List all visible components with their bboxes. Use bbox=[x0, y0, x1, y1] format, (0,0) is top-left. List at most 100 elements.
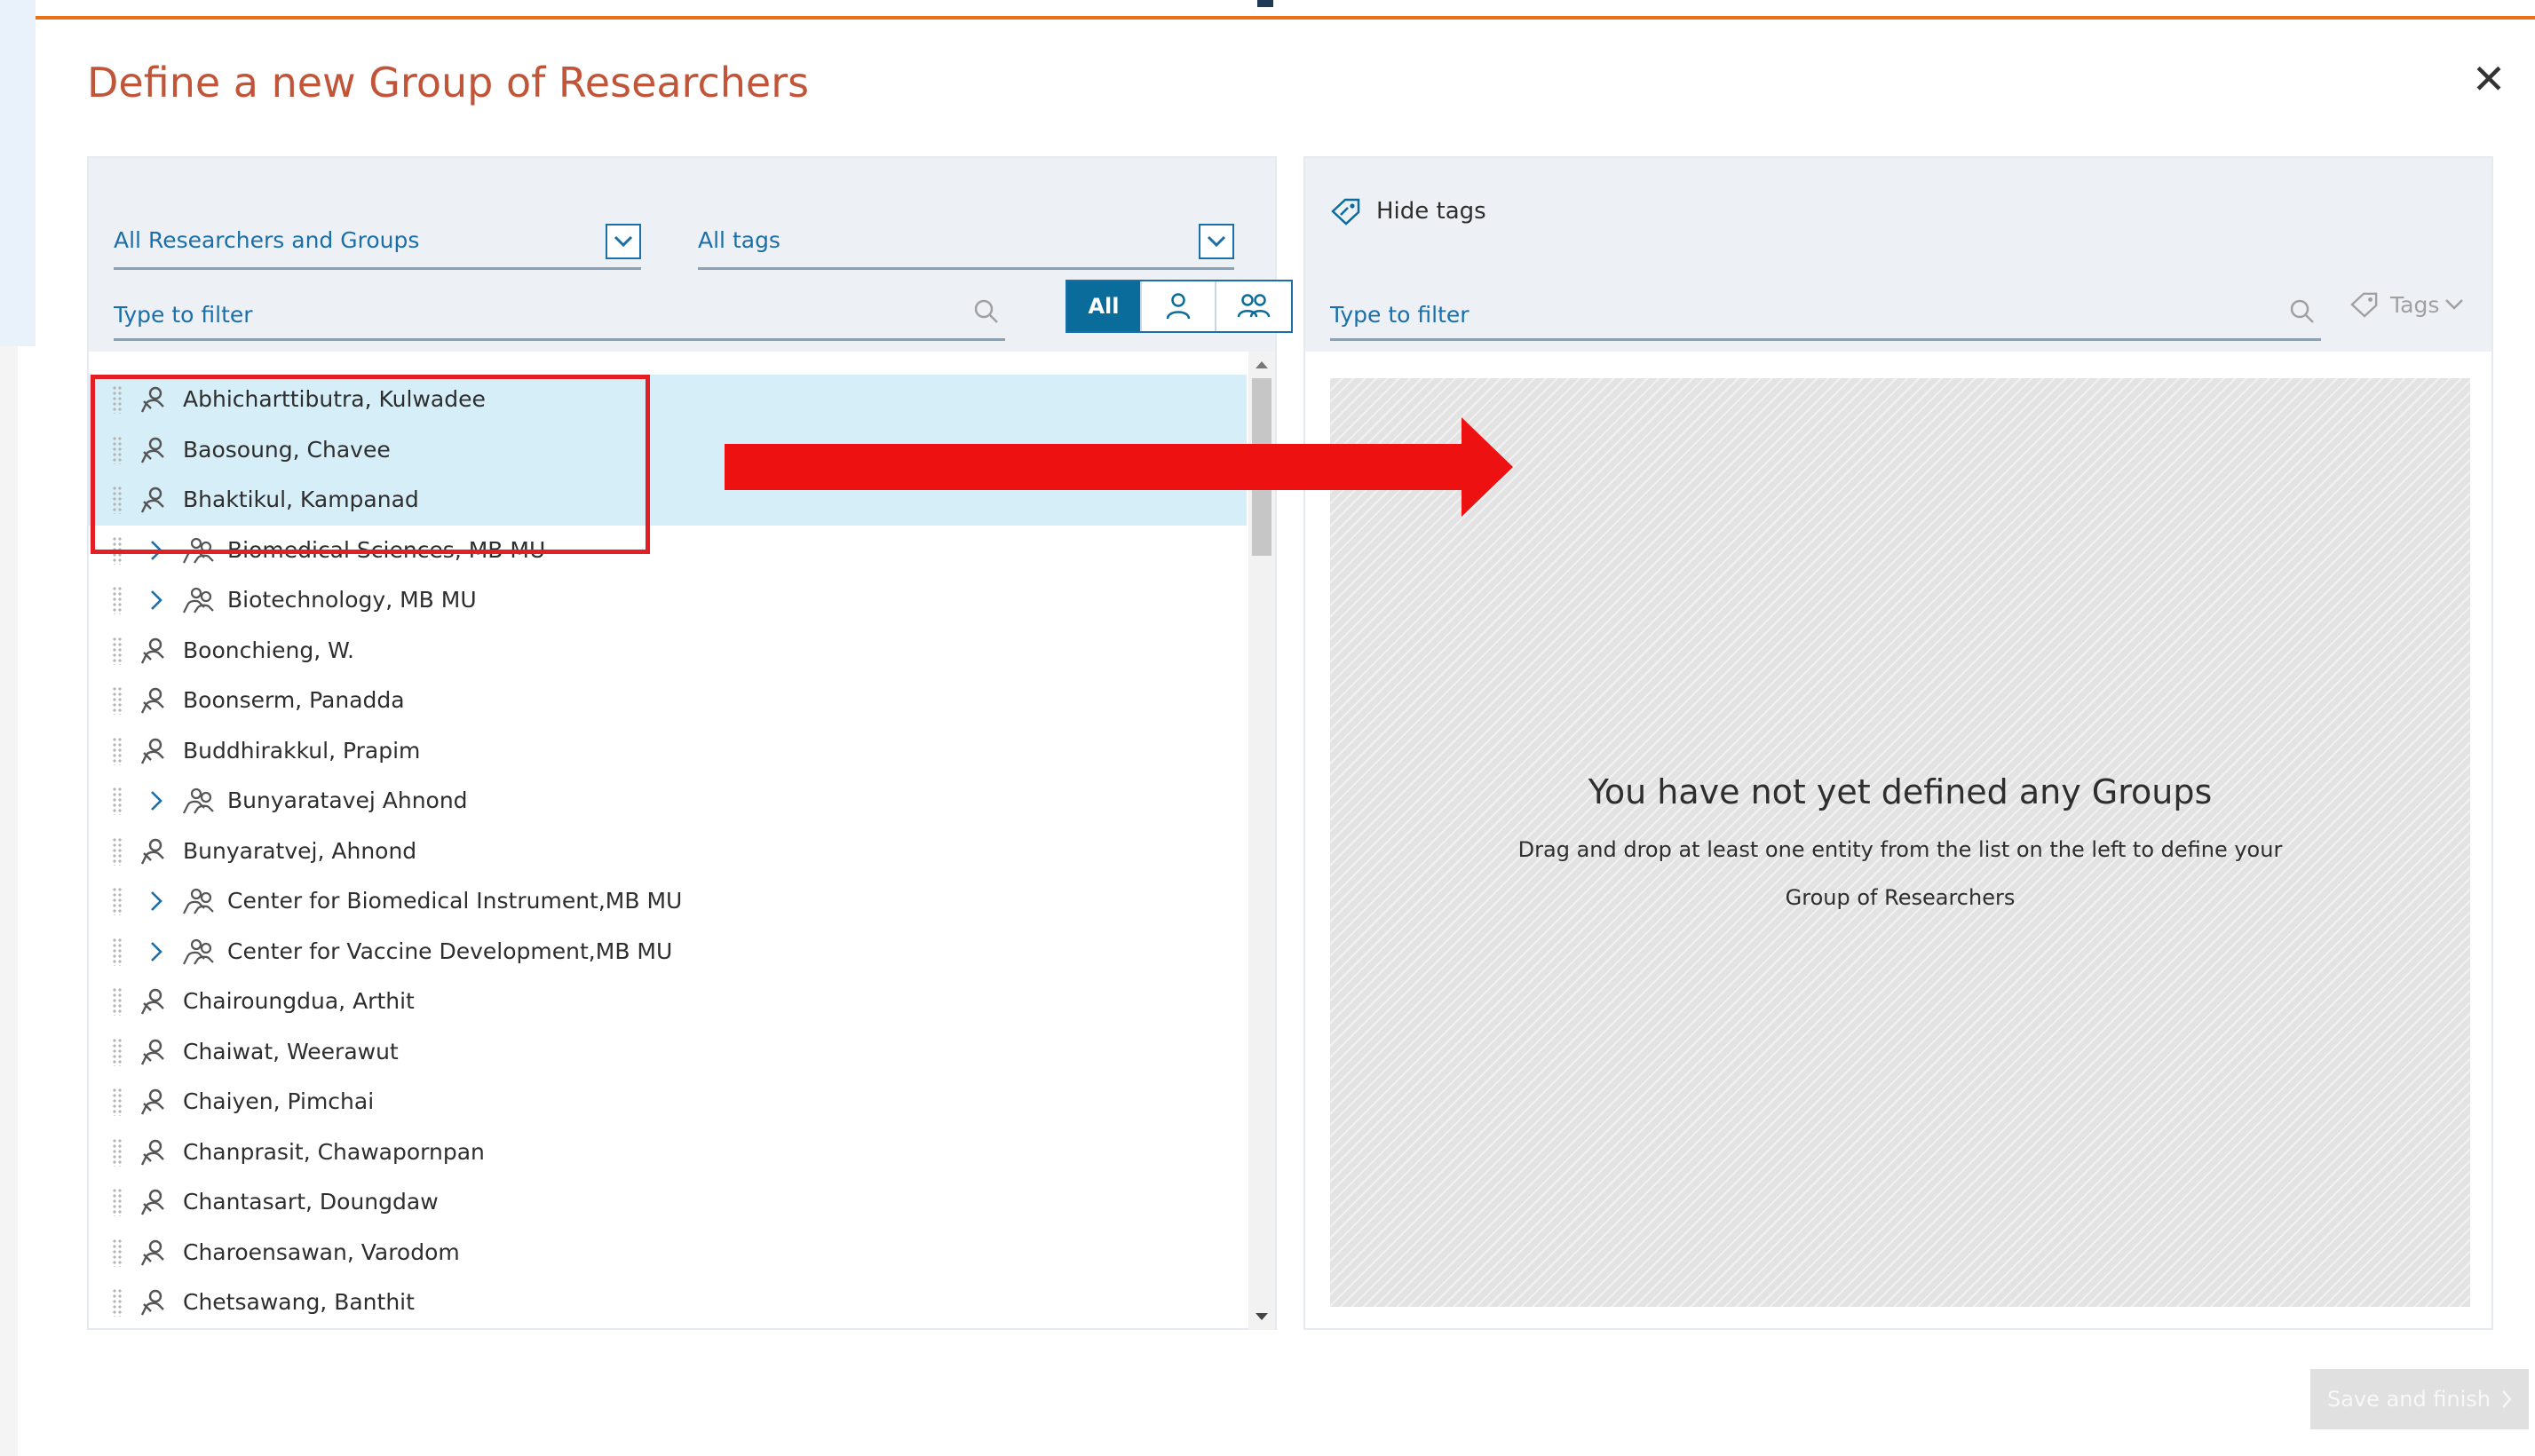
researcher-list-item[interactable]: Bunyaratvej, Ahnond bbox=[89, 827, 1247, 877]
drag-handle-icon[interactable] bbox=[112, 1238, 123, 1267]
group-list-item[interactable]: Center for Biomedical Instrument,MB MU bbox=[89, 876, 1247, 927]
background-page-marker bbox=[1257, 0, 1273, 7]
person-icon bbox=[139, 686, 169, 720]
drag-handle-icon[interactable] bbox=[112, 1037, 123, 1066]
drag-handle-icon[interactable] bbox=[112, 836, 123, 866]
empty-state-line: Group of Researchers bbox=[1785, 885, 2016, 910]
researcher-list-item[interactable]: Chairoungdua, Arthit bbox=[89, 977, 1247, 1027]
person-icon bbox=[139, 1188, 169, 1222]
group-icon bbox=[181, 586, 217, 620]
drag-handle-icon[interactable] bbox=[112, 636, 123, 665]
drag-handle-icon[interactable] bbox=[112, 586, 123, 614]
drag-handle-icon[interactable] bbox=[112, 736, 123, 765]
filter-groups-button[interactable] bbox=[1216, 281, 1291, 331]
person-icon bbox=[139, 1038, 169, 1072]
left-filter-input[interactable] bbox=[114, 297, 872, 332]
list-item-name: Center for Vaccine Development,MB MU bbox=[227, 938, 673, 964]
person-icon bbox=[139, 837, 169, 871]
drag-handle-icon[interactable] bbox=[112, 987, 123, 1016]
list-item-name: Center for Biomedical Instrument,MB MU bbox=[227, 888, 683, 914]
filter-researchers-button[interactable] bbox=[1142, 281, 1216, 331]
list-item-name: Chanprasit, Chawapornpan bbox=[183, 1138, 485, 1165]
left-filter bbox=[114, 284, 1005, 341]
person-icon bbox=[139, 987, 169, 1021]
drag-handle-icon[interactable] bbox=[112, 1188, 123, 1216]
drag-handle-icon[interactable] bbox=[112, 686, 123, 715]
dialog-title: Define a new Group of Researchers bbox=[87, 59, 810, 107]
scope-dropdown[interactable]: All Researchers and Groups bbox=[114, 208, 641, 270]
entity-list-header: All Researchers and Groups All tags All bbox=[89, 158, 1293, 352]
chevron-right-icon[interactable] bbox=[149, 939, 172, 964]
group-icon bbox=[181, 787, 217, 820]
researcher-list-item[interactable]: Chantasart, Doungdaw bbox=[89, 1177, 1247, 1228]
scroll-up-icon bbox=[1256, 361, 1268, 368]
search-icon[interactable] bbox=[2289, 298, 2316, 328]
entity-list-panel: All Researchers and Groups All tags All bbox=[87, 156, 1293, 1330]
hide-tags-button[interactable]: Hide tags bbox=[1330, 197, 1486, 226]
group-list-item[interactable]: Biotechnology, MB MU bbox=[89, 575, 1247, 626]
list-item-name: Chairoungdua, Arthit bbox=[183, 988, 415, 1014]
person-icon bbox=[139, 1138, 169, 1172]
save-and-finish-label: Save and finish bbox=[2326, 1387, 2491, 1412]
researcher-list-item[interactable]: Boonserm, Panadda bbox=[89, 676, 1247, 726]
list-item-name: Chetsawang, Banthit bbox=[183, 1289, 415, 1315]
list-item-name: Chaiwat, Weerawut bbox=[183, 1038, 399, 1064]
background-page-strip bbox=[0, 0, 36, 346]
group-list-item[interactable]: Center for Vaccine Development,MB MU bbox=[89, 927, 1247, 977]
filter-all-button[interactable]: All bbox=[1067, 281, 1142, 331]
person-icon bbox=[139, 1238, 169, 1272]
tag-icon bbox=[1331, 198, 1360, 226]
researcher-list-item[interactable]: Charoensawan, Varodom bbox=[89, 1228, 1247, 1278]
chevron-right-icon bbox=[2502, 1390, 2512, 1408]
list-item-name: Biotechnology, MB MU bbox=[227, 587, 477, 613]
group-icon bbox=[181, 938, 217, 971]
chevron-right-icon[interactable] bbox=[149, 788, 172, 813]
drag-handle-icon[interactable] bbox=[112, 1088, 123, 1116]
group-definition-panel: Hide tags Tags You have not yet defined … bbox=[1303, 156, 2493, 1330]
drag-handle-icon[interactable] bbox=[112, 1288, 123, 1317]
tag-icon bbox=[2350, 292, 2378, 318]
researcher-list-item[interactable]: Buddhirakkul, Prapim bbox=[89, 726, 1247, 777]
person-icon bbox=[139, 737, 169, 771]
tags-dropdown[interactable]: All tags bbox=[698, 208, 1234, 270]
close-button[interactable]: ✕ bbox=[2467, 57, 2511, 101]
list-item-name: Chantasart, Doungdaw bbox=[183, 1189, 439, 1215]
person-icon bbox=[139, 1088, 169, 1121]
person-icon bbox=[139, 637, 169, 670]
drag-handle-icon[interactable] bbox=[112, 787, 123, 815]
list-item-name: Boonchieng, W. bbox=[183, 637, 354, 663]
person-icon bbox=[1166, 293, 1191, 320]
drag-handle-icon[interactable] bbox=[112, 887, 123, 915]
researcher-list-item[interactable]: Chetsawang, Banthit bbox=[89, 1278, 1247, 1328]
list-item-name: Buddhirakkul, Prapim bbox=[183, 737, 421, 764]
person-icon bbox=[139, 1288, 169, 1322]
save-and-finish-button[interactable]: Save and finish bbox=[2310, 1369, 2529, 1429]
right-filter-input[interactable] bbox=[1330, 297, 2173, 332]
researcher-list-item[interactable]: Chanprasit, Chawapornpan bbox=[89, 1128, 1247, 1178]
chevron-down-icon bbox=[2445, 299, 2464, 310]
list-item-name: Chaiyen, Pimchai bbox=[183, 1088, 375, 1114]
drag-direction-arrow-icon bbox=[725, 417, 1513, 517]
chevron-right-icon[interactable] bbox=[149, 889, 172, 914]
group-drop-zone[interactable]: You have not yet defined any Groups Drag… bbox=[1330, 378, 2470, 1307]
empty-state-message: Drag and drop at least one entity from t… bbox=[1508, 826, 2293, 922]
drag-handle-icon[interactable] bbox=[112, 1137, 123, 1167]
group-list-item[interactable]: Bunyaratavej Ahnond bbox=[89, 776, 1247, 827]
list-item-name: Boonserm, Panadda bbox=[183, 687, 405, 713]
chevron-right-icon[interactable] bbox=[149, 588, 172, 613]
group-icon bbox=[181, 887, 217, 921]
background-page-strip-lower bbox=[0, 346, 18, 1456]
chevron-down-icon[interactable] bbox=[606, 224, 641, 259]
researcher-list-item[interactable]: Chaiyen, Pimchai bbox=[89, 1077, 1247, 1128]
search-icon[interactable] bbox=[973, 298, 1000, 328]
tags-dropdown-button[interactable]: Tags bbox=[2349, 291, 2464, 318]
right-filter bbox=[1330, 284, 2321, 341]
drag-handle-icon[interactable] bbox=[112, 937, 123, 966]
group-icon bbox=[1237, 294, 1271, 318]
list-item-name: Bunyaratavej Ahnond bbox=[227, 787, 468, 813]
define-group-dialog: Define a new Group of Researchers ✕ All … bbox=[36, 16, 2535, 1456]
chevron-down-icon[interactable] bbox=[1199, 224, 1234, 259]
researcher-list-item[interactable]: Chaiwat, Weerawut bbox=[89, 1027, 1247, 1078]
selection-highlight-box bbox=[91, 375, 650, 554]
researcher-list-item[interactable]: Boonchieng, W. bbox=[89, 626, 1247, 677]
